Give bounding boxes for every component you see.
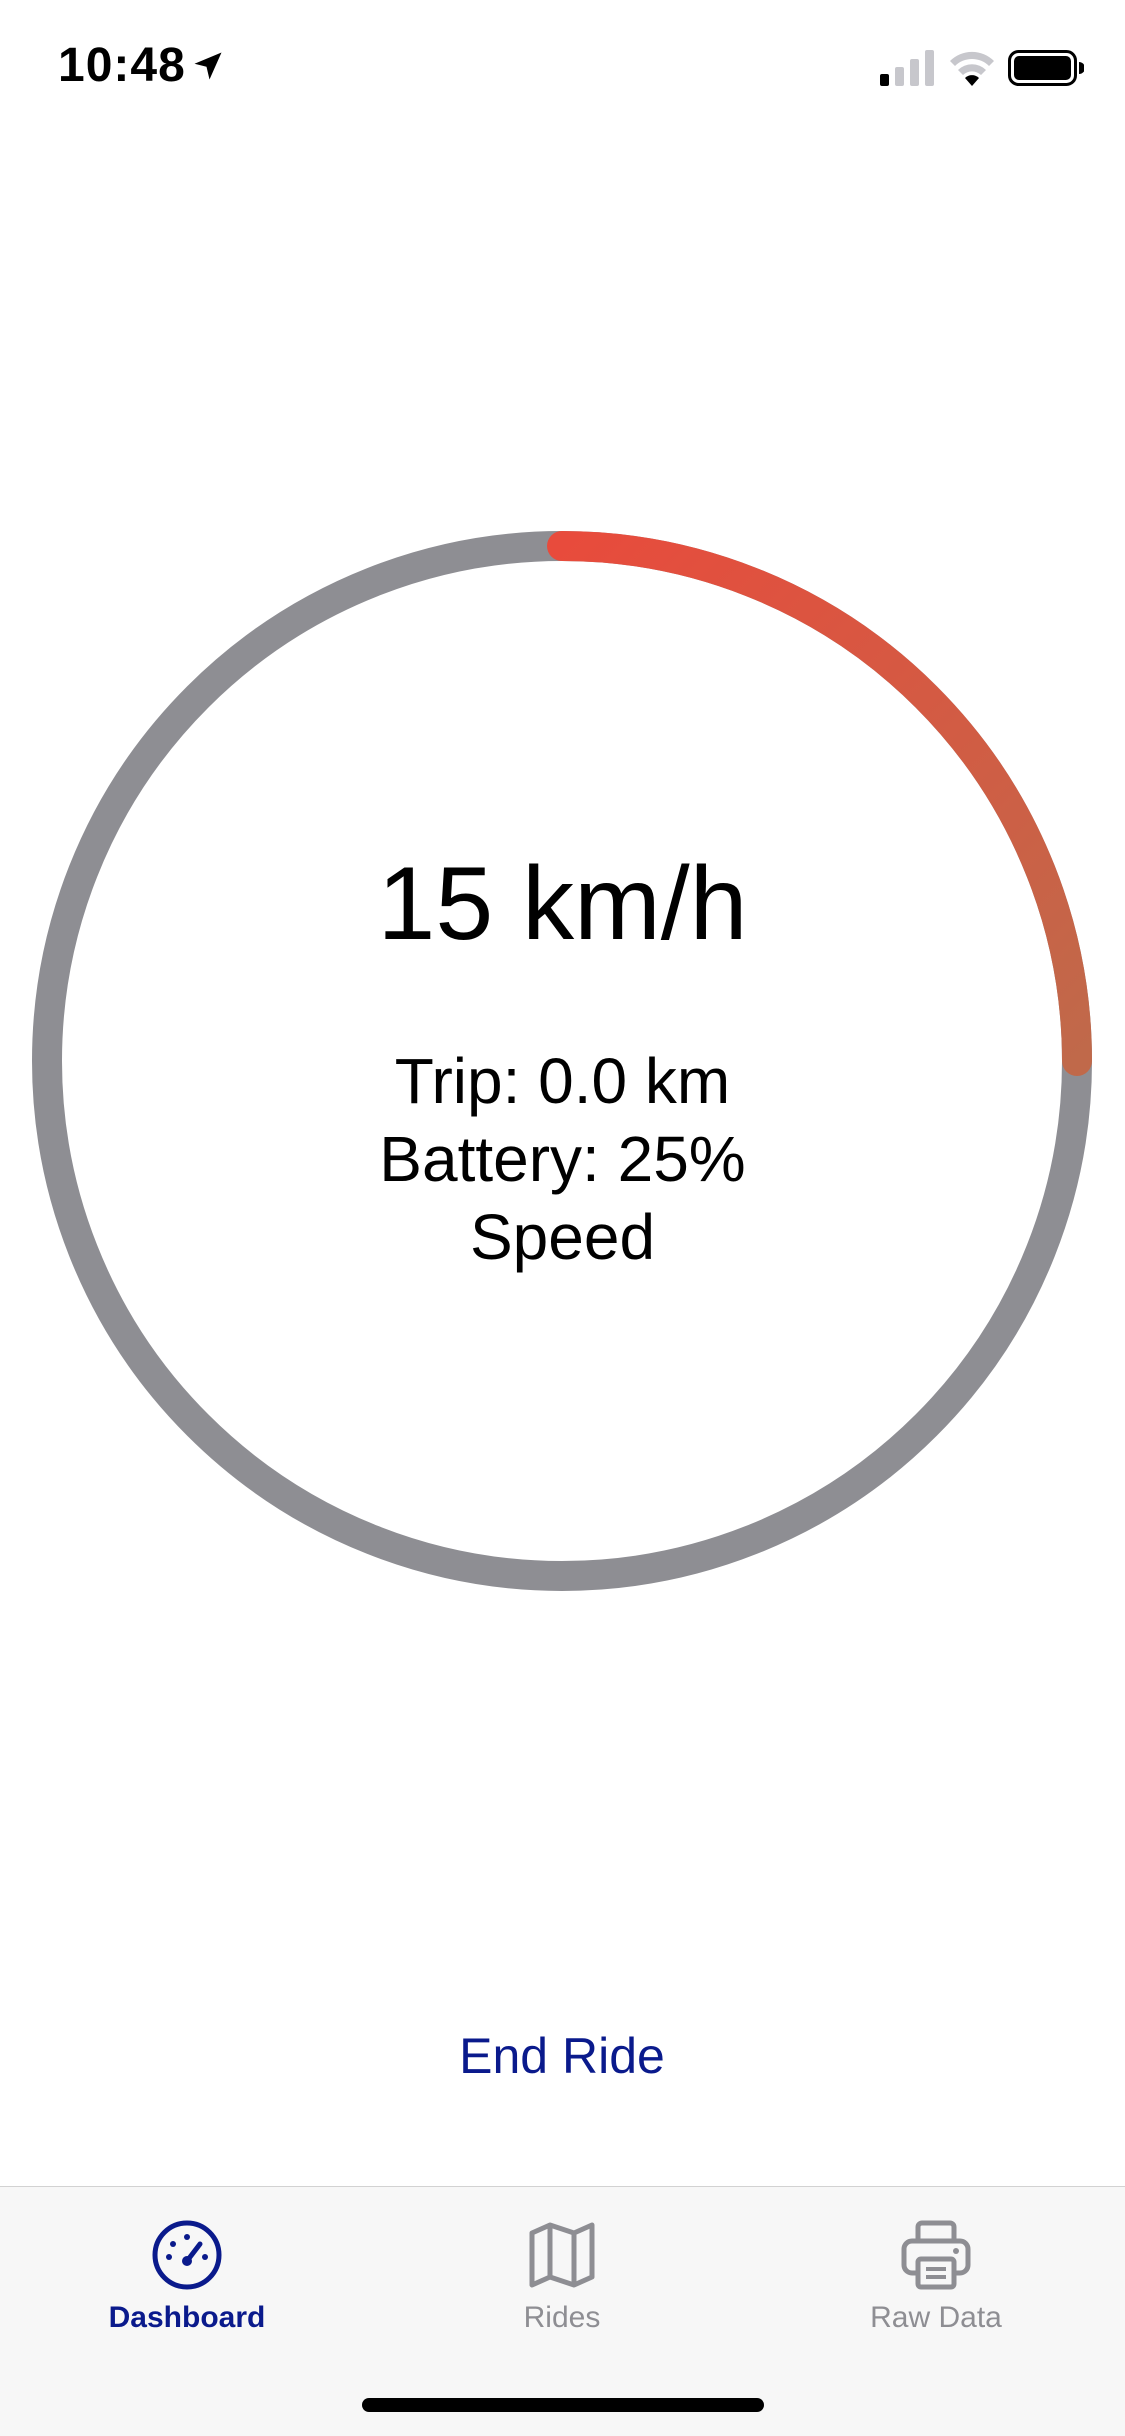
dashboard-screen: 10:48 15 km/h Trip: 0.0 km Battery: 25% … — [0, 0, 1125, 2436]
tab-rides[interactable]: Rides — [412, 2217, 712, 2347]
tab-raw-data[interactable]: Raw Data — [786, 2217, 1086, 2347]
wifi-icon — [950, 51, 994, 86]
speed-readout: 15 km/h — [377, 846, 748, 962]
status-time: 10:48 — [58, 39, 186, 92]
home-indicator — [362, 2398, 764, 2412]
gauge-progress-arc — [547, 531, 1092, 1076]
status-bar: 10:48 — [0, 0, 1125, 135]
location-arrow-icon — [194, 52, 222, 80]
battery-icon — [1008, 50, 1084, 86]
tab-dashboard[interactable]: Dashboard — [37, 2217, 337, 2347]
end-ride-button[interactable]: End Ride — [362, 2015, 762, 2095]
cellular-signal-icon — [880, 50, 934, 86]
trip-readout: Trip: 0.0 km — [394, 1045, 731, 1117]
speedometer-icon — [152, 2220, 222, 2290]
battery-readout: Battery: 25% — [379, 1123, 746, 1195]
tab-rides-label: Rides — [523, 2301, 601, 2334]
tab-raw-data-label: Raw Data — [870, 2301, 1002, 2334]
mode-readout: Speed — [469, 1201, 656, 1273]
map-icon — [529, 2222, 595, 2288]
printer-icon — [901, 2220, 971, 2290]
tab-dashboard-label: Dashboard — [108, 2301, 266, 2334]
